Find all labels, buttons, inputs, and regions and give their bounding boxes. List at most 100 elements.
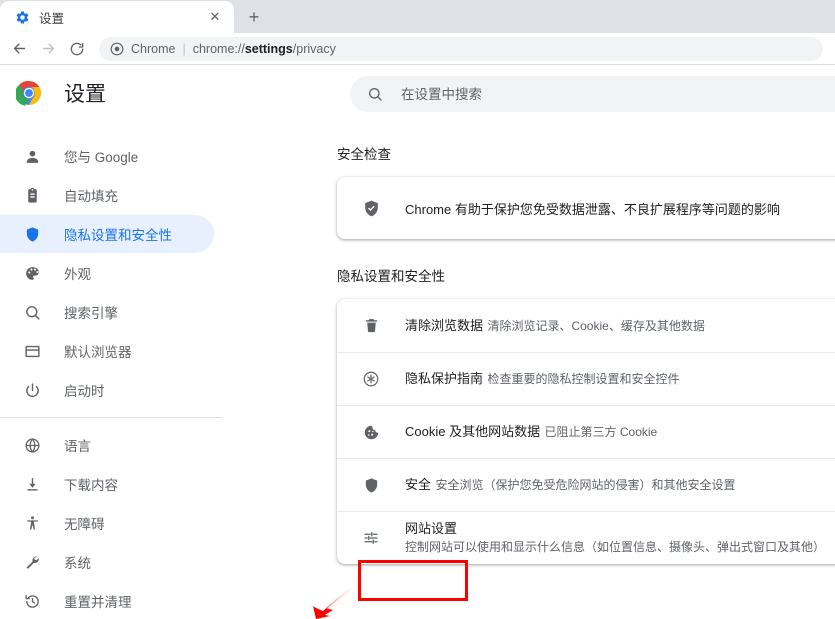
sidebar-item-label: 系统 xyxy=(64,556,91,571)
search-icon xyxy=(22,302,42,322)
history-restore-icon xyxy=(22,591,42,611)
privacy-item-title: 隐私保护指南 xyxy=(405,371,484,386)
new-tab-button[interactable]: + xyxy=(240,3,268,31)
sidebar-item-search-engine[interactable]: 搜索引擎 xyxy=(0,293,214,331)
sidebar-item-label: 自动填充 xyxy=(64,189,118,204)
sidebar-item-appearance[interactable]: 外观 xyxy=(0,254,214,292)
sidebar-item-you-and-google[interactable]: 您与 Google xyxy=(0,137,214,175)
privacy-heading: 隐私设置和安全性 xyxy=(337,269,445,284)
sidebar-item-downloads[interactable]: 下载内容 xyxy=(0,465,214,503)
gear-icon xyxy=(14,9,30,25)
clipboard-icon xyxy=(22,185,42,205)
sidebar-item-label: 语言 xyxy=(64,439,91,454)
person-icon xyxy=(22,146,42,166)
browser-window-icon xyxy=(22,341,42,361)
sidebar-item-label: 默认浏览器 xyxy=(64,345,132,360)
privacy-item-text: 隐私保护指南 检查重要的隐私控制设置和安全控件 xyxy=(405,370,679,388)
shield-icon xyxy=(361,475,381,495)
sidebar-item-label: 下载内容 xyxy=(64,478,118,493)
tab-title: 设置 xyxy=(39,11,65,26)
forward-icon xyxy=(35,36,61,62)
sidebar-item-languages[interactable]: 语言 xyxy=(0,426,214,464)
url-suffix: /privacy xyxy=(292,41,336,56)
omnibox-scheme-label: Chrome xyxy=(131,41,176,56)
safety-check-row[interactable]: Chrome 有助于保护您免受数据泄露、不良扩展程序等问题的影响 xyxy=(337,177,835,239)
sidebar-group-secondary: 语言 下载内容 无障碍 系统 重置并清理 xyxy=(0,426,222,619)
privacy-item-title: 网站设置 xyxy=(405,521,458,536)
accessibility-icon xyxy=(22,513,42,533)
sidebar-item-label: 搜索引擎 xyxy=(64,306,118,321)
tab-strip: 设置 ✕ + xyxy=(0,0,835,33)
sidebar-divider xyxy=(0,417,222,418)
chrome-logo-icon xyxy=(14,80,42,106)
sidebar-item-accessibility[interactable]: 无障碍 xyxy=(0,504,214,542)
power-icon xyxy=(22,380,42,400)
globe-icon xyxy=(22,435,42,455)
privacy-item-title: 安全 xyxy=(405,477,432,492)
sidebar-item-label: 您与 Google xyxy=(64,150,139,165)
back-icon[interactable] xyxy=(6,36,32,62)
address-bar[interactable]: Chrome | chrome://settings/privacy xyxy=(99,36,823,61)
sidebar-item-label: 重置并清理 xyxy=(64,595,132,610)
privacy-item-subtitle: 控制网站可以使用和显示什么信息（如位置信息、摄像头、弹出式窗口及其他） xyxy=(405,540,826,554)
sidebar-item-system[interactable]: 系统 xyxy=(0,543,214,581)
privacy-item-security[interactable]: 安全 安全浏览（保护您免受危险网站的侵害）和其他安全设置 xyxy=(337,458,835,511)
privacy-item-cookies[interactable]: Cookie 及其他网站数据 已阻止第三方 Cookie xyxy=(337,405,835,458)
page-title: 设置 xyxy=(64,83,106,106)
settings-header: 设置 xyxy=(0,65,835,121)
privacy-item-subtitle: 检查重要的隐私控制设置和安全控件 xyxy=(487,372,680,386)
browser-toolbar: Chrome | chrome://settings/privacy xyxy=(0,33,835,65)
sidebar-item-default-browser[interactable]: 默认浏览器 xyxy=(0,332,214,370)
privacy-guide-icon xyxy=(361,369,381,389)
settings-body: 您与 Google 自动填充 隐私设置和安全性 外观 搜索引擎 默认浏览器 启动… xyxy=(0,121,835,619)
sidebar-item-on-startup[interactable]: 启动时 xyxy=(0,371,214,409)
omnibox-url: chrome://settings/privacy xyxy=(193,42,336,56)
privacy-item-subtitle: 安全浏览（保护您免受危险网站的侵害）和其他安全设置 xyxy=(435,478,736,492)
browser-tab[interactable]: 设置 ✕ xyxy=(0,1,234,33)
search-icon xyxy=(366,85,384,103)
privacy-item-text: Cookie 及其他网站数据 已阻止第三方 Cookie xyxy=(405,423,657,441)
safety-check-heading: 安全检查 xyxy=(337,147,391,162)
tune-icon xyxy=(361,528,381,548)
safety-check-card[interactable]: Chrome 有助于保护您免受数据泄露、不良扩展程序等问题的影响 xyxy=(337,177,835,239)
omnibox-separator: | xyxy=(182,41,186,56)
privacy-item-subtitle: 已阻止第三方 Cookie xyxy=(544,425,658,439)
privacy-item-text: 清除浏览数据 清除浏览记录、Cookie、缓存及其他数据 xyxy=(405,317,705,335)
browser-tab-bar: 设置 ✕ + xyxy=(0,0,835,33)
privacy-settings-card: 清除浏览数据 清除浏览记录、Cookie、缓存及其他数据 隐私保护指南 检查重要… xyxy=(337,299,835,564)
sidebar-group-primary: 您与 Google 自动填充 隐私设置和安全性 外观 搜索引擎 默认浏览器 启动… xyxy=(0,137,222,409)
privacy-item-text: 安全 安全浏览（保护您免受危险网站的侵害）和其他安全设置 xyxy=(405,476,735,494)
trash-icon xyxy=(361,316,381,336)
sidebar-item-reset-and-cleanup[interactable]: 重置并清理 xyxy=(0,582,214,619)
sidebar-item-label: 隐私设置和安全性 xyxy=(64,228,172,243)
sidebar-item-privacy-and-security[interactable]: 隐私设置和安全性 xyxy=(0,215,214,253)
privacy-item-title: Cookie 及其他网站数据 xyxy=(405,424,541,439)
privacy-item-privacy-guide[interactable]: 隐私保护指南 检查重要的隐私控制设置和安全控件 xyxy=(337,352,835,405)
shield-check-icon xyxy=(361,198,381,218)
settings-sidebar: 您与 Google 自动填充 隐私设置和安全性 外观 搜索引擎 默认浏览器 启动… xyxy=(0,121,235,619)
search-input[interactable] xyxy=(401,86,835,102)
sidebar-item-label: 无障碍 xyxy=(64,517,105,532)
search-box[interactable] xyxy=(350,76,835,112)
safety-check-description: Chrome 有助于保护您免受数据泄露、不良扩展程序等问题的影响 xyxy=(405,201,780,217)
sidebar-item-autofill[interactable]: 自动填充 xyxy=(0,176,214,214)
palette-icon xyxy=(22,263,42,283)
chrome-icon xyxy=(109,41,124,56)
privacy-item-text: 网站设置 控制网站可以使用和显示什么信息（如位置信息、摄像头、弹出式窗口及其他） xyxy=(405,520,825,556)
url-prefix: chrome:// xyxy=(192,41,245,56)
wrench-icon xyxy=(22,552,42,572)
cookie-icon xyxy=(361,422,381,442)
sidebar-item-label: 外观 xyxy=(64,267,91,282)
download-icon xyxy=(22,474,42,494)
url-bold: settings xyxy=(244,41,293,56)
privacy-item-title: 清除浏览数据 xyxy=(405,317,484,333)
privacy-item-clear-browsing-data[interactable]: 清除浏览数据 清除浏览记录、Cookie、缓存及其他数据 xyxy=(337,299,835,352)
sidebar-item-label: 启动时 xyxy=(64,384,105,399)
privacy-item-subtitle: 清除浏览记录、Cookie、缓存及其他数据 xyxy=(487,318,705,333)
settings-main-content: 安全检查 Chrome 有助于保护您免受数据泄露、不良扩展程序等问题的影响 隐私… xyxy=(222,121,835,619)
shield-icon xyxy=(22,224,42,244)
close-icon[interactable]: ✕ xyxy=(206,8,224,26)
privacy-item-site-settings[interactable]: 网站设置 控制网站可以使用和显示什么信息（如位置信息、摄像头、弹出式窗口及其他） xyxy=(337,511,835,564)
settings-page: 设置 您与 Google 自动 xyxy=(0,65,835,619)
reload-icon[interactable] xyxy=(64,36,90,62)
